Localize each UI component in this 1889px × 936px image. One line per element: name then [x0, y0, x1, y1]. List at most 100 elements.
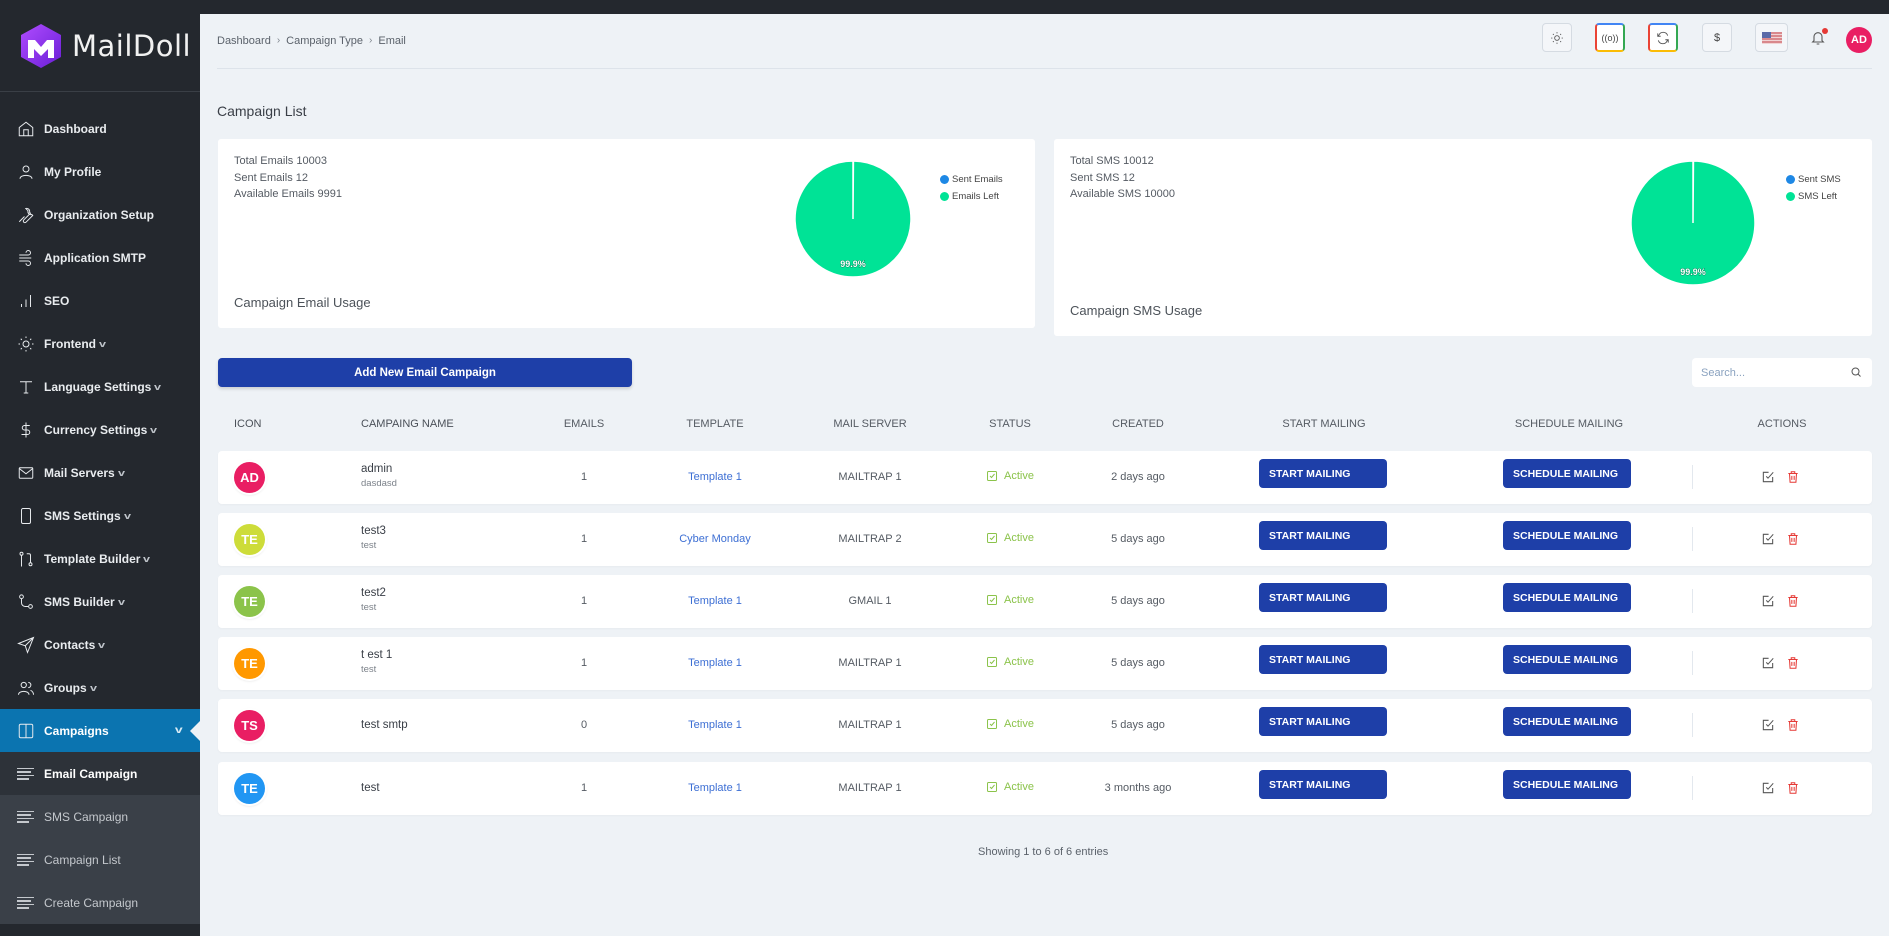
sidebar-item-campaigns[interactable]: Campaigns v	[0, 709, 200, 752]
start-mailing-button[interactable]: START MAILING	[1259, 583, 1387, 612]
sidebar-subitem-campaign-list[interactable]: Campaign List	[0, 838, 200, 881]
schedule-mailing-button[interactable]: SCHEDULE MAILING	[1503, 583, 1631, 612]
trash-icon[interactable]	[1786, 656, 1800, 670]
start-mailing-button[interactable]: START MAILING	[1259, 459, 1387, 488]
sidebar-item-dashboard[interactable]: Dashboard	[0, 107, 200, 150]
start-mailing-button[interactable]: START MAILING	[1259, 770, 1387, 799]
schedule-mailing-button[interactable]: SCHEDULE MAILING	[1503, 645, 1631, 674]
sidebar-item-seo[interactable]: SEO	[0, 279, 200, 322]
language-button[interactable]	[1755, 23, 1788, 52]
users-icon	[16, 678, 36, 698]
chevron-right-icon: ›	[369, 35, 373, 46]
column-divider	[1692, 651, 1693, 675]
sidebar-subitem-email-campaign[interactable]: Email Campaign	[0, 752, 200, 795]
edit-icon[interactable]	[1761, 470, 1775, 484]
broadcast-button[interactable]: ((o))	[1595, 23, 1625, 52]
logo[interactable]: MailDoll	[0, 0, 200, 92]
sms-usage-pie: 99.9%	[1630, 160, 1756, 286]
check-square-icon	[987, 533, 998, 543]
chevron-down-icon: v	[89, 682, 97, 693]
campaign-name: test	[361, 782, 380, 794]
sidebar-item-contacts[interactable]: Contacts v	[0, 623, 200, 666]
search-input[interactable]	[1701, 366, 1841, 379]
theme-toggle-button[interactable]	[1542, 23, 1572, 52]
user-avatar[interactable]: AD	[1846, 27, 1872, 53]
start-mailing-button[interactable]: START MAILING	[1259, 521, 1387, 550]
search-icon[interactable]	[1850, 366, 1862, 378]
columns-icon	[16, 721, 36, 741]
trash-icon[interactable]	[1786, 470, 1800, 484]
edit-icon[interactable]	[1761, 594, 1775, 608]
available-sms: Available SMS 10000	[1070, 188, 1175, 200]
wrench-icon	[16, 205, 36, 225]
start-mailing-button[interactable]: START MAILING	[1259, 707, 1387, 736]
sidebar-item-application-smtp[interactable]: Application SMTP	[0, 236, 200, 279]
edit-icon[interactable]	[1761, 781, 1775, 795]
status-badge: Active	[986, 718, 1034, 730]
created-date: 5 days ago	[1111, 533, 1165, 545]
trash-icon[interactable]	[1786, 532, 1800, 546]
template-link[interactable]: Template 1	[688, 782, 742, 794]
sidebar-item-sms-builder[interactable]: SMS Builder v	[0, 580, 200, 623]
template-link[interactable]: Template 1	[688, 595, 742, 607]
top-header: Dashboard › Campaign Type › Email ((o)) …	[200, 14, 1889, 69]
table-row: TS test smtp 0 Template 1 MAILTRAP 1 Active 5 …	[218, 699, 1872, 752]
chevron-down-icon: v	[98, 338, 107, 349]
sidebar-item-currency-settings[interactable]: Currency Settings v	[0, 408, 200, 451]
template-link[interactable]: Template 1	[688, 719, 742, 731]
schedule-mailing-button[interactable]: SCHEDULE MAILING	[1503, 770, 1631, 799]
campaign-subtitle: dasdasd	[361, 478, 397, 489]
column-header-icon: ICON	[234, 418, 262, 430]
campaign-avatar: TE	[234, 648, 265, 679]
dollar-icon	[16, 420, 36, 440]
legend-item[interactable]: SMS Left	[1786, 188, 1841, 205]
header-divider	[217, 68, 1872, 69]
sidebar-item-groups[interactable]: Groups v	[0, 666, 200, 709]
status-text: Active	[1004, 718, 1034, 730]
status-badge: Active	[986, 656, 1034, 668]
schedule-mailing-button[interactable]: SCHEDULE MAILING	[1503, 521, 1631, 550]
legend-item[interactable]: Sent SMS	[1786, 171, 1841, 188]
legend-label: SMS Left	[1798, 191, 1838, 202]
template-link[interactable]: Template 1	[688, 471, 742, 483]
legend-item[interactable]: Emails Left	[940, 188, 1003, 205]
sidebar-item-sms-settings[interactable]: SMS Settings v	[0, 494, 200, 537]
schedule-mailing-button[interactable]: SCHEDULE MAILING	[1503, 459, 1631, 488]
trash-icon[interactable]	[1786, 718, 1800, 732]
template-link[interactable]: Cyber Monday	[679, 533, 751, 545]
sidebar-item-label: Groups	[44, 680, 87, 695]
currency-button[interactable]: $	[1702, 23, 1732, 52]
template-link[interactable]: Template 1	[688, 657, 742, 669]
start-mailing-button[interactable]: START MAILING	[1259, 645, 1387, 674]
sidebar-subitem-create-campaign[interactable]: Create Campaign	[0, 881, 200, 924]
sidebar-item-frontend[interactable]: Frontend v	[0, 322, 200, 365]
sidebar-item-label: Mail Servers	[44, 465, 115, 480]
legend-item[interactable]: Sent Emails	[940, 171, 1003, 188]
sms-pie-legend: Sent SMS SMS Left	[1786, 171, 1841, 205]
email-pie-legend: Sent Emails Emails Left	[940, 171, 1003, 205]
trash-icon[interactable]	[1786, 781, 1800, 795]
add-new-email-campaign-button[interactable]: Add New Email Campaign	[218, 358, 632, 387]
notifications-button[interactable]	[1810, 28, 1828, 46]
sidebar-item-my-profile[interactable]: My Profile	[0, 150, 200, 193]
sidebar-item-template-builder[interactable]: Template Builder v	[0, 537, 200, 580]
sidebar-item-label: Organization Setup	[44, 207, 155, 222]
refresh-button[interactable]	[1648, 23, 1678, 52]
legend-label: Sent SMS	[1798, 174, 1841, 185]
chevron-down-icon: v	[150, 424, 158, 435]
sidebar-item-language-settings[interactable]: Language Settings v	[0, 365, 200, 408]
sidebar-item-organization-setup[interactable]: Organization Setup	[0, 193, 200, 236]
breadcrumb-item[interactable]: Campaign Type	[286, 35, 363, 47]
trash-icon[interactable]	[1786, 594, 1800, 608]
edit-icon[interactable]	[1761, 718, 1775, 732]
sidebar: MailDoll Dashboard My Profile Organizati…	[0, 0, 200, 936]
schedule-mailing-button[interactable]: SCHEDULE MAILING	[1503, 707, 1631, 736]
edit-icon[interactable]	[1761, 656, 1775, 670]
sidebar-subitem-sms-campaign[interactable]: SMS Campaign	[0, 795, 200, 838]
campaign-avatar: TE	[234, 773, 265, 804]
sidebar-item-mail-servers[interactable]: Mail Servers v	[0, 451, 200, 494]
breadcrumb-item[interactable]: Dashboard	[217, 35, 271, 47]
campaign-name: test smtp	[361, 719, 408, 731]
align-left-icon	[17, 895, 34, 911]
edit-icon[interactable]	[1761, 532, 1775, 546]
